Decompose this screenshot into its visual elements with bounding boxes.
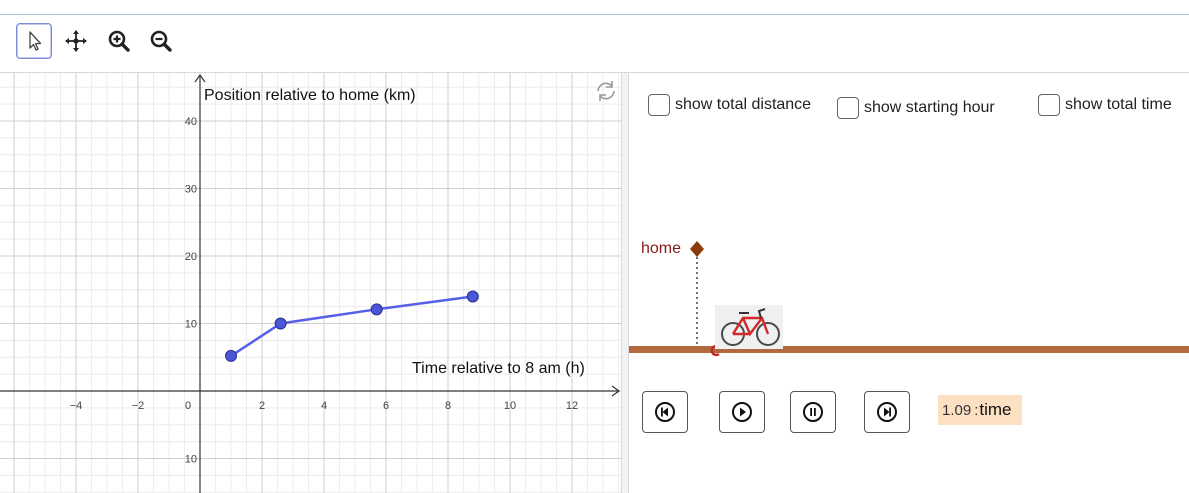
x-tick-label: −2 <box>132 400 145 412</box>
x-axis-label: Time relative to 8 am (h) <box>412 360 585 377</box>
data-series <box>225 290 479 362</box>
data-point <box>466 290 479 303</box>
move-tool-button[interactable] <box>16 23 52 59</box>
x-tick-labels: −4 −2 0 2 4 6 8 10 12 <box>70 400 578 412</box>
y-tick-labels: 40 30 20 10 10 <box>185 116 197 466</box>
home-marker <box>690 241 704 257</box>
rewind-button[interactable] <box>642 391 688 433</box>
four-way-arrow-icon <box>65 30 87 52</box>
scene: home <box>629 240 1189 357</box>
play-button[interactable] <box>719 391 765 433</box>
arrow-cursor-icon <box>29 31 42 51</box>
pause-button[interactable] <box>790 391 836 433</box>
data-point <box>274 317 287 330</box>
x-tick-label: 4 <box>321 400 327 412</box>
zoom-in-icon <box>108 30 130 52</box>
minor-grid <box>0 73 621 493</box>
y-axis-label: Position relative to home (km) <box>204 87 416 104</box>
data-point <box>225 349 237 362</box>
data-point <box>370 303 383 316</box>
fast-forward-button[interactable] <box>864 391 910 433</box>
graph-canvas[interactable]: −4 −2 0 2 4 6 8 10 12 40 30 20 10 10 Position relati… <box>0 73 621 493</box>
y-tick-label: 30 <box>185 184 197 196</box>
fast-forward-icon <box>877 402 897 422</box>
home-label: home <box>641 240 681 257</box>
time-label: time <box>979 400 1012 419</box>
geogebra-applet: −4 −2 0 2 4 6 8 10 12 40 30 20 10 10 Position relati… <box>0 0 1189 493</box>
y-tick-label: 20 <box>185 251 197 263</box>
x-tick-label: 0 <box>185 400 191 412</box>
x-tick-label: 12 <box>566 400 578 412</box>
animation-view: show total distance show starting hour s… <box>629 73 1189 493</box>
x-tick-label: 6 <box>383 400 389 412</box>
x-tick-label: 2 <box>259 400 265 412</box>
graphics-view[interactable]: −4 −2 0 2 4 6 8 10 12 40 30 20 10 10 Position relati… <box>0 73 621 493</box>
toolbar <box>0 15 1189 73</box>
time-readout[interactable]: 1.09 : time <box>938 395 1022 425</box>
zoom-out-button[interactable] <box>143 23 179 59</box>
y-tick-label: 40 <box>185 116 197 128</box>
x-tick-label: −4 <box>70 400 83 412</box>
series-line <box>230 295 473 357</box>
zoom-in-button[interactable] <box>101 23 137 59</box>
zoom-out-icon <box>150 30 172 52</box>
pause-icon <box>803 402 823 422</box>
x-tick-label: 10 <box>504 400 516 412</box>
y-tick-label: 10 <box>185 319 197 331</box>
refresh-icon[interactable] <box>597 81 615 101</box>
y-tick-label: 10 <box>185 454 197 466</box>
time-separator: : <box>974 401 979 419</box>
rewind-icon <box>655 402 675 422</box>
time-value: 1.09 <box>942 401 972 419</box>
x-tick-label: 8 <box>445 400 451 412</box>
move-graphics-view-button[interactable] <box>58 23 94 59</box>
bicycle-icon <box>715 305 783 349</box>
play-icon <box>732 402 752 422</box>
view-divider[interactable] <box>621 73 629 493</box>
major-grid <box>0 73 621 493</box>
